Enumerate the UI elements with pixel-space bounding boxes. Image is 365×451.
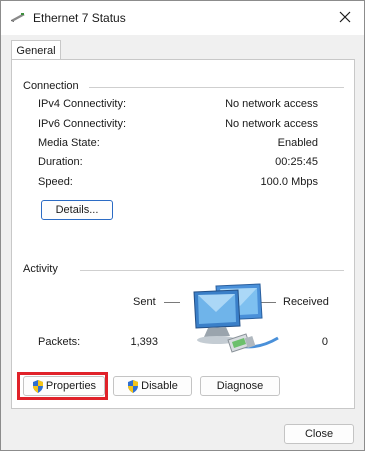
connection-divider [89, 87, 344, 88]
ipv4-value: No network access [225, 98, 318, 110]
close-window-button[interactable] [332, 5, 358, 29]
connection-heading: Connection [23, 80, 79, 92]
properties-highlight-box [17, 372, 108, 400]
ipv4-label: IPv4 Connectivity: [38, 98, 127, 110]
window-title: Ethernet 7 Status [33, 11, 126, 25]
speed-value: 100.0 Mbps [260, 176, 318, 188]
media-state-label: Media State: [38, 137, 100, 149]
disable-button[interactable]: Disable [113, 376, 192, 396]
duration-label: Duration: [38, 156, 83, 168]
ipv6-value: No network access [225, 118, 318, 130]
ipv6-label: IPv6 Connectivity: [38, 118, 127, 130]
received-label: Received [283, 296, 329, 308]
uac-shield-icon [128, 379, 139, 393]
speed-label: Speed: [38, 176, 73, 188]
packets-received-value: 0 [321, 336, 328, 348]
tab-strip: General [1, 35, 364, 60]
close-button[interactable]: Close [284, 424, 354, 444]
media-state-value: Enabled [277, 137, 318, 149]
network-computer-icon [193, 283, 279, 353]
status-dialog: Ethernet 7 Status General Connection IPv… [0, 0, 365, 451]
duration-value: 00:25:45 [275, 156, 318, 168]
tab-general[interactable]: General [11, 40, 61, 60]
sent-label: Sent [133, 296, 156, 308]
disable-label: Disable [141, 380, 178, 392]
packets-sent-value: 1,393 [130, 336, 158, 348]
packets-label: Packets: [38, 336, 81, 348]
network-adapter-icon [11, 13, 25, 22]
details-button[interactable]: Details... [41, 200, 113, 220]
title-bar: Ethernet 7 Status [1, 1, 364, 35]
activity-heading: Activity [23, 263, 58, 275]
close-icon [339, 11, 351, 23]
general-panel: Connection IPv4 Connectivity: No network… [11, 59, 355, 409]
sent-dash [164, 302, 180, 303]
diagnose-button[interactable]: Diagnose [200, 376, 280, 396]
activity-divider [80, 270, 344, 271]
